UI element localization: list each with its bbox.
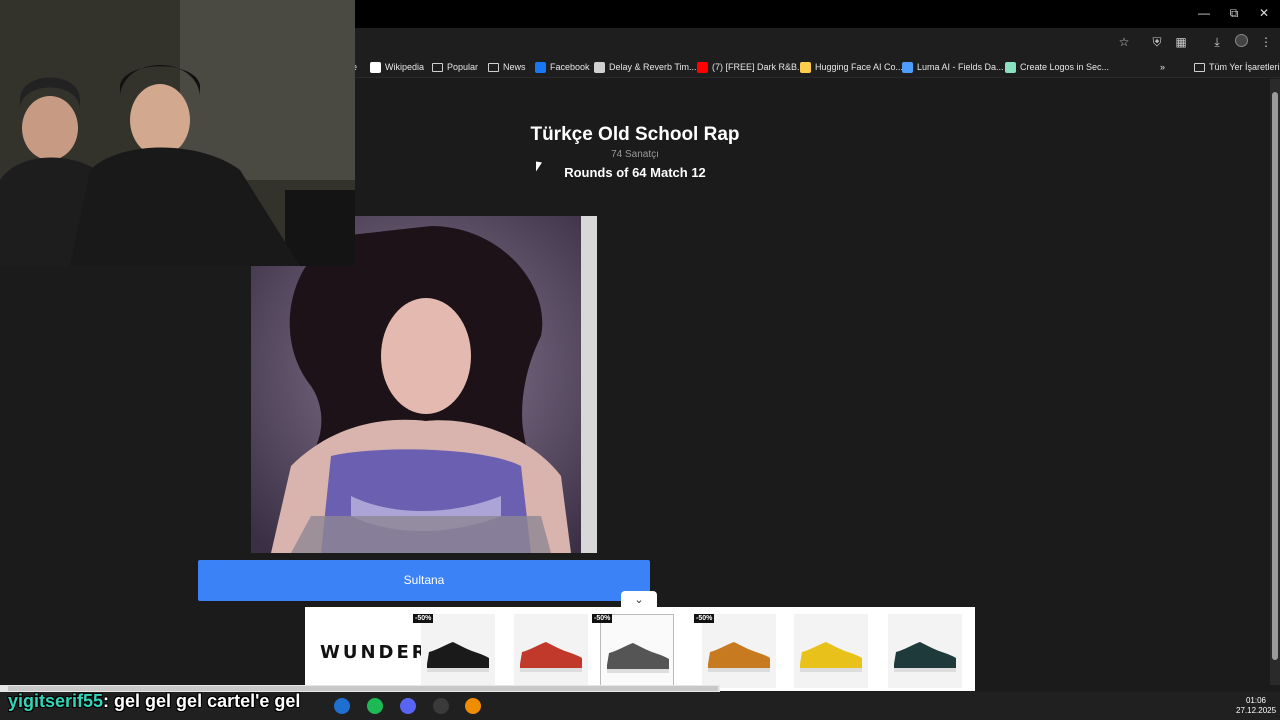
artist-count: 74 Sanatçı xyxy=(611,149,659,160)
restore-icon[interactable]: ⧉ xyxy=(1219,4,1249,22)
ad-product-tile[interactable] xyxy=(600,614,674,688)
bookmark-label: Popular xyxy=(447,62,479,72)
webcam-overlay xyxy=(0,0,355,266)
outlook-icon[interactable] xyxy=(334,698,350,714)
obs-icon[interactable] xyxy=(433,698,449,714)
ad-product-tile[interactable] xyxy=(794,614,868,688)
folder-icon xyxy=(432,62,443,72)
bookmark-label: News xyxy=(503,62,526,72)
stream-chat-message: yigitserif55: gel gel gel cartel'e gel xyxy=(8,691,300,712)
site-favicon-icon xyxy=(370,61,381,73)
system-clock[interactable]: 01:06 27.12.2025 xyxy=(1236,696,1276,716)
bookmark-label: Luma AI - Fields Da... xyxy=(917,62,1004,72)
site-favicon-icon xyxy=(902,61,913,73)
bookmark-label: Delay & Reverb Tim... xyxy=(609,62,697,72)
artist-photo[interactable] xyxy=(251,216,597,553)
sneaker-icon xyxy=(894,642,956,672)
choice-button[interactable]: Sultana xyxy=(198,560,650,601)
discount-badge: -50% xyxy=(694,614,715,623)
bookmark-label: Wikipedia xyxy=(385,62,425,72)
sneaker-icon xyxy=(427,642,489,672)
chat-text: : gel gel gel cartel'e gel xyxy=(103,691,301,711)
mouse-cursor xyxy=(536,161,542,173)
bookmark-label: (7) [FREE] Dark R&B... xyxy=(712,62,805,72)
bookmark-label: Hugging Face AI Co... xyxy=(815,62,904,72)
vlc-icon[interactable] xyxy=(465,698,481,714)
bookmark-item[interactable]: Create Logos in Sec... xyxy=(1005,59,1109,75)
close-icon[interactable]: ✕ xyxy=(1249,4,1279,22)
bookmark-label: Create Logos in Sec... xyxy=(1020,62,1110,72)
ad-product-tile[interactable] xyxy=(888,614,962,688)
bookmark-item[interactable]: Facebook xyxy=(535,59,590,75)
ad-product-tile[interactable] xyxy=(421,614,495,688)
discord-icon[interactable] xyxy=(400,698,416,714)
folder-icon xyxy=(488,62,499,72)
bookmark-item[interactable]: Hugging Face AI Co... xyxy=(800,59,903,75)
site-favicon-icon xyxy=(800,61,811,73)
ad-product-tile[interactable] xyxy=(702,614,776,688)
more-bookmarks-button[interactable]: » xyxy=(1160,59,1165,75)
bookmark-item[interactable]: Popular xyxy=(432,59,478,75)
sneaker-icon xyxy=(607,643,669,673)
sneaker-icon xyxy=(520,642,582,672)
bookmark-item[interactable]: (7) [FREE] Dark R&B... xyxy=(697,59,805,75)
all-bookmarks-button[interactable]: Tüm Yer İşaretleri xyxy=(1194,59,1280,75)
ad-brand-logo[interactable]: WUNDER xyxy=(320,642,429,663)
discount-badge: -50% xyxy=(413,614,434,623)
extensions-icon[interactable]: ▦ xyxy=(1172,34,1190,50)
bookmark-label: Facebook xyxy=(550,62,590,72)
page-title: Türkçe Old School Rap xyxy=(530,124,740,145)
sneaker-icon xyxy=(800,642,862,672)
sneaker-icon xyxy=(708,642,770,672)
spotify-icon[interactable] xyxy=(367,698,383,714)
ad-product-tile[interactable] xyxy=(514,614,588,688)
site-favicon-icon xyxy=(535,61,546,73)
menu-icon[interactable]: ⋮ xyxy=(1257,34,1275,50)
minimize-icon[interactable]: — xyxy=(1189,4,1219,22)
scrollbar-thumb[interactable] xyxy=(1272,92,1278,660)
bookmark-item[interactable]: News xyxy=(488,59,526,75)
bookmark-item[interactable]: Delay & Reverb Tim... xyxy=(594,59,697,75)
discount-badge: -50% xyxy=(592,614,613,623)
all-bookmarks-label: Tüm Yer İşaretleri xyxy=(1209,62,1280,72)
folder-icon xyxy=(1194,62,1205,72)
download-icon[interactable]: ⤓ xyxy=(1208,34,1226,50)
profile-icon[interactable] xyxy=(1232,34,1250,50)
chat-username: yigitserif55 xyxy=(8,691,104,711)
site-favicon-icon xyxy=(697,61,708,73)
clock-date: 27.12.2025 xyxy=(1236,706,1277,715)
star-icon[interactable]: ☆ xyxy=(1115,34,1133,50)
shield-icon[interactable]: ⛨ xyxy=(1148,34,1166,50)
bookmark-item[interactable]: Luma AI - Fields Da... xyxy=(902,59,1004,75)
site-favicon-icon xyxy=(1005,61,1016,73)
clock-time: 01:06 xyxy=(1245,696,1267,705)
site-favicon-icon xyxy=(594,61,605,73)
bookmark-item[interactable]: Wikipedia xyxy=(370,59,424,75)
